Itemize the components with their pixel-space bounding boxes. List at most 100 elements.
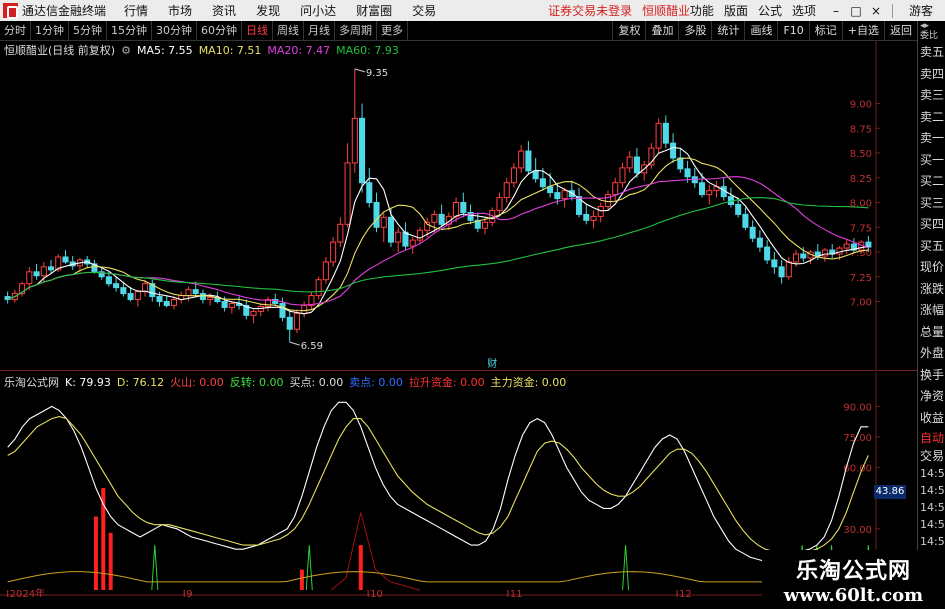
candle-body xyxy=(525,150,532,172)
add-watchlist-button[interactable]: +自选 xyxy=(841,21,884,41)
candle-body xyxy=(662,122,669,144)
fuquan-button[interactable]: 复权 xyxy=(612,21,645,41)
ma10-value: MA10: 7.51 xyxy=(198,43,262,57)
candle-body xyxy=(698,182,706,196)
candle-body xyxy=(633,156,640,174)
candle-body xyxy=(597,205,604,217)
menu-banmian[interactable]: 版面 xyxy=(724,2,748,19)
tab-auto[interactable]: 自动 xyxy=(918,429,945,447)
menu-shichang[interactable]: 市场 xyxy=(168,2,192,19)
candle-body xyxy=(221,301,228,308)
period-monthly[interactable]: 月线 xyxy=(304,20,335,41)
candle-body xyxy=(554,192,561,200)
candle-body xyxy=(409,239,416,247)
x-tick-label: 10 xyxy=(370,589,383,597)
candle-body xyxy=(503,182,510,199)
quote-label: 涨跌 xyxy=(920,281,945,296)
candle-body xyxy=(771,259,778,268)
maichu-value: 卖点: 0.00 xyxy=(349,376,403,389)
close-icon[interactable]: × xyxy=(866,4,886,18)
quote-scroll-icon[interactable]: ◂▸ xyxy=(920,21,929,31)
candle-body xyxy=(735,204,742,215)
stats-button[interactable]: 统计 xyxy=(711,21,744,41)
watermark-title: 乐淘公式网 xyxy=(795,559,911,584)
candle-body xyxy=(250,310,257,316)
candle-body xyxy=(322,261,329,281)
candle-body xyxy=(764,246,771,261)
trade-login-notice[interactable]: 证券交易未登录 xyxy=(548,2,632,19)
multi-stock-button[interactable]: 多股 xyxy=(678,21,711,41)
overlay-button[interactable]: 叠加 xyxy=(645,21,678,41)
quote-label: 卖一 xyxy=(920,131,945,145)
k-line xyxy=(7,401,869,562)
period-weekly[interactable]: 周线 xyxy=(273,20,304,41)
low-label: 6.59 xyxy=(301,341,323,352)
ind-tick-label: 30.00 xyxy=(843,525,872,536)
tab-trade[interactable]: 交易 xyxy=(918,447,945,465)
candle-body xyxy=(315,279,322,297)
low-marker xyxy=(289,341,300,346)
period-fenshi[interactable]: 分时 xyxy=(0,20,31,41)
period-60min[interactable]: 60分钟 xyxy=(197,20,242,41)
candle-body xyxy=(134,291,141,301)
candle-body xyxy=(185,289,192,297)
app-title: 通达信金融终端 xyxy=(22,4,107,18)
period-multi[interactable]: 多周期 xyxy=(335,20,377,41)
kline-chart[interactable]: 9.008.758.508.258.007.757.507.257.009.35… xyxy=(0,41,917,370)
menu-wenxiaoda[interactable]: 问小达 xyxy=(300,2,336,19)
back-button[interactable]: 返回 xyxy=(884,21,917,41)
main-chart-legend: 恒顺醋业(日线 前复权) ⚙ MA5: 7.55 MA10: 7.51 MA20… xyxy=(4,42,399,58)
high-marker xyxy=(354,68,365,73)
period-15min[interactable]: 15分钟 xyxy=(107,20,152,41)
pane-divider[interactable] xyxy=(0,370,917,371)
candle-body xyxy=(192,289,199,295)
huoshan-bar xyxy=(108,532,113,590)
candle-body xyxy=(438,213,445,225)
candle-body xyxy=(113,283,120,289)
ind-tick-label: 60.00 xyxy=(843,464,872,475)
ma60-value: MA60: 7.93 xyxy=(336,43,399,57)
quote-label: 买一 xyxy=(920,152,945,167)
candle-body xyxy=(756,237,763,248)
period-5min[interactable]: 5分钟 xyxy=(69,20,107,41)
candle-body xyxy=(532,170,539,180)
candle-body xyxy=(583,213,590,221)
menu-zixun[interactable]: 资讯 xyxy=(212,2,236,19)
quote-label: 买四 xyxy=(920,217,945,231)
candle-body xyxy=(619,167,626,184)
f10-button[interactable]: F10 xyxy=(777,21,808,41)
menu-gongneng[interactable]: 功能 xyxy=(690,2,714,19)
period-1min[interactable]: 1分钟 xyxy=(31,20,69,41)
price-tick-label: 8.25 xyxy=(850,174,872,185)
weibi-label: 委比 xyxy=(920,31,939,41)
period-30min[interactable]: 30分钟 xyxy=(152,20,197,41)
candle-body xyxy=(279,302,286,318)
draw-line-button[interactable]: 画线 xyxy=(744,21,777,41)
menu-faxian[interactable]: 发现 xyxy=(256,2,280,19)
price-tick-label: 8.50 xyxy=(850,149,872,160)
quote-label: 涨幅 xyxy=(920,303,945,317)
settings-icon[interactable]: ⚙ xyxy=(121,44,131,57)
menu-gongshi[interactable]: 公式 xyxy=(758,2,782,19)
d-value: D: 76.12 xyxy=(116,375,165,389)
indicator-name: 乐淘公式网 xyxy=(4,376,59,389)
tick-time: 14:56 xyxy=(920,535,945,548)
period-more[interactable]: 更多 xyxy=(377,20,408,41)
menu-hangqing[interactable]: 行情 xyxy=(124,2,148,19)
candle-body xyxy=(800,253,807,259)
minimize-icon[interactable]: – xyxy=(826,4,846,18)
maximize-icon[interactable]: □ xyxy=(846,4,866,18)
menu-xuanxiang[interactable]: 选项 xyxy=(792,2,816,19)
indicator-current-value: 43.86 xyxy=(874,485,906,499)
period-daily[interactable]: 日线 xyxy=(242,20,273,41)
candle-body xyxy=(40,266,47,277)
menu-jiaoyi[interactable]: 交易 xyxy=(412,2,436,19)
mark-button[interactable]: 标记 xyxy=(808,21,842,41)
quote-header: ◂▸ 委比 xyxy=(918,21,945,42)
guest-label[interactable]: 游客 xyxy=(909,2,933,19)
quote-label: 卖三 xyxy=(920,88,945,102)
candle-body xyxy=(142,283,149,293)
candle-body xyxy=(836,247,843,255)
app-logo-icon xyxy=(3,3,18,19)
menu-caifuquan[interactable]: 财富圈 xyxy=(356,2,392,19)
